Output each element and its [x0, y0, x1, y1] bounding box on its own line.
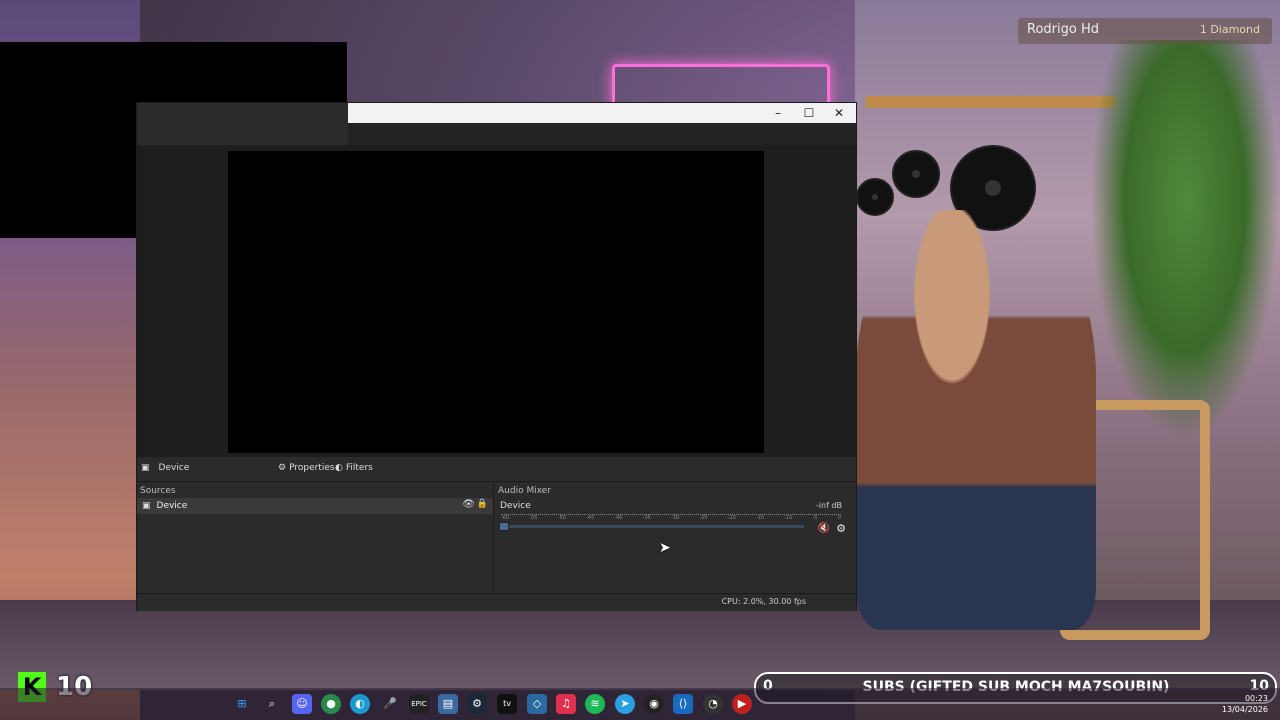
- meter-tick-label: -35: [642, 515, 651, 521]
- audio-mixer-title: Audio Mixer: [498, 486, 551, 496]
- meter-tick-label: -15: [755, 515, 765, 521]
- lock-icon[interactable]: 🔒: [477, 499, 488, 509]
- store-icon[interactable]: ▤: [438, 694, 458, 714]
- meter-tick-label: -20: [727, 515, 736, 521]
- camera-icon: ▣: [142, 501, 151, 511]
- streamer-person: [856, 210, 1096, 630]
- meter-tick-label: 0: [837, 515, 841, 521]
- source-selector[interactable]: ▣ Device: [141, 463, 189, 473]
- meter-tick-label: -5: [812, 515, 818, 521]
- volume-fader-track[interactable]: [500, 525, 804, 528]
- speedometer-icon[interactable]: ◔: [703, 694, 723, 714]
- properties-label: Properties: [289, 463, 335, 473]
- mixer-settings-gear-icon[interactable]: ⚙: [836, 522, 846, 535]
- mixer-db-readout: -inf dB: [815, 501, 842, 510]
- obs-window: – ☐ ✕ ▣ Device ⚙ Properties ◐ Filters So…: [136, 102, 857, 611]
- edge-icon[interactable]: ◐: [350, 694, 370, 714]
- maximize-button[interactable]: ☐: [794, 103, 824, 123]
- epic-games-icon[interactable]: EPIC: [409, 694, 429, 714]
- filters-button[interactable]: ◐ Filters: [335, 463, 373, 473]
- taskbar-clock[interactable]: 00:23 13/04/2026: [1222, 693, 1268, 715]
- visibility-eye-icon[interactable]: 👁: [462, 499, 475, 510]
- meter-tick-label: -50: [557, 515, 566, 521]
- chrome-icon[interactable]: ●: [321, 694, 341, 714]
- clock-date: 13/04/2026: [1221, 705, 1268, 714]
- wall-shelf: [866, 96, 1116, 108]
- app-icon[interactable]: ◇: [527, 694, 547, 714]
- mixer-device-name: Device: [500, 501, 531, 511]
- meter-tick-label: -55: [529, 515, 538, 521]
- obs-menubar: [348, 123, 856, 145]
- steam-icon[interactable]: ⚙: [467, 694, 487, 714]
- meter-tick-label: -30: [670, 515, 680, 521]
- apple-tv-icon[interactable]: tv: [497, 694, 517, 714]
- meter-tick-label: -10: [784, 515, 793, 521]
- obs-titlebar[interactable]: – ☐ ✕: [348, 103, 856, 123]
- clock-time: 00:23: [1244, 694, 1268, 703]
- viewer-diamond-count: 1 Diamond: [1199, 23, 1260, 36]
- telegram-icon[interactable]: ➤: [615, 694, 635, 714]
- sources-panel: Sources ▣ Device 👁 🔒: [137, 483, 494, 592]
- vinyl-record: [892, 150, 940, 198]
- windows-taskbar: ⊞ ⌕ ☺ ● ◐ 🎤 EPIC ▤ ⚙ tv ◇ ♫ ≋ ➤ ◉ ⟨⟩ ◔ ▶…: [0, 688, 1280, 720]
- windows-start-icon[interactable]: ⊞: [232, 694, 252, 714]
- camera-icon: ▣: [141, 463, 150, 473]
- plant: [1090, 40, 1280, 440]
- preview-area: [137, 145, 856, 457]
- filter-icon: ◐: [335, 463, 343, 473]
- search-icon[interactable]: ⌕: [262, 694, 282, 714]
- status-bar: CPU: 2.0%, 30.00 fps: [137, 593, 856, 611]
- cpu-fps-status: CPU: 2.0%, 30.00 fps: [721, 597, 806, 606]
- meter-tick-label: -60: [501, 515, 510, 521]
- media-icon[interactable]: ▶: [732, 694, 752, 714]
- source-item[interactable]: ▣ Device 👁 🔒: [137, 498, 493, 514]
- audio-mixer-panel: Audio Mixer Device -inf dB -60 -55 -50 -45-…: [495, 483, 856, 592]
- mute-speaker-icon[interactable]: 🔇: [818, 523, 830, 534]
- meter-tick-label: -45: [585, 515, 595, 521]
- viewer-badge: Rodrigo Hd 1 Diamond: [1018, 18, 1272, 44]
- obs-icon[interactable]: ◉: [644, 694, 664, 714]
- source-item-label: Device: [156, 501, 188, 511]
- vscode-icon[interactable]: ⟨⟩: [673, 694, 693, 714]
- microphone-icon[interactable]: 🎤: [380, 694, 400, 714]
- gear-icon: ⚙: [278, 463, 287, 473]
- meter-tick-label: -40: [614, 515, 623, 521]
- volume-meter-ticks: -60 -55 -50 -45 -40 -35 -30 -25 -20 -15 -10 -5 0: [501, 515, 841, 521]
- vinyl-record: [856, 178, 894, 216]
- volume-fader-handle[interactable]: [499, 522, 509, 531]
- viewer-name: Rodrigo Hd: [1027, 22, 1099, 37]
- mouse-cursor-icon: ➤: [659, 540, 671, 556]
- source-name: Device: [158, 463, 190, 473]
- sources-title: Sources: [140, 486, 176, 496]
- spotify-icon[interactable]: ≋: [585, 694, 605, 714]
- source-toolbar: ▣ Device ⚙ Properties ◐ Filters: [137, 459, 856, 482]
- preview-canvas[interactable]: [228, 151, 764, 453]
- properties-button[interactable]: ⚙ Properties: [278, 463, 335, 473]
- close-button[interactable]: ✕: [824, 103, 854, 123]
- filters-label: Filters: [345, 463, 373, 473]
- minimize-button[interactable]: –: [763, 103, 793, 123]
- music-icon[interactable]: ♫: [556, 694, 576, 714]
- meter-tick-label: -25: [699, 515, 708, 521]
- discord-icon[interactable]: ☺: [292, 694, 312, 714]
